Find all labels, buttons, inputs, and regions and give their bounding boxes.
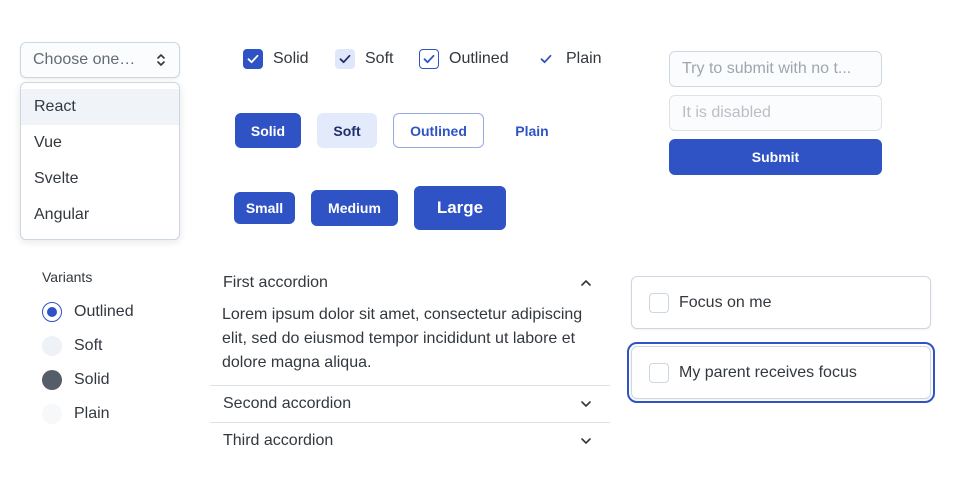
accordion-divider [210, 422, 610, 423]
radio-icon[interactable] [42, 404, 62, 424]
check-icon[interactable] [419, 49, 439, 69]
focus-card[interactable]: Focus on me [631, 276, 931, 329]
checkbox-label: Solid [273, 50, 309, 67]
accordion-divider [210, 385, 610, 386]
checkbox-label: Soft [365, 50, 394, 67]
disabled-input: It is disabled [669, 95, 882, 131]
framework-select[interactable]: Choose one… [20, 42, 180, 78]
check-icon[interactable] [536, 49, 556, 69]
soft-button[interactable]: Soft [317, 113, 377, 148]
option-react[interactable]: React [21, 89, 179, 125]
accordion-third-summary[interactable]: Third accordion [210, 427, 610, 455]
radio-checked-icon[interactable] [42, 302, 62, 322]
check-icon[interactable] [335, 49, 355, 69]
required-input[interactable]: Try to submit with no t... [669, 51, 882, 87]
medium-button[interactable]: Medium [311, 190, 398, 226]
checkbox-icon[interactable] [649, 292, 669, 313]
radio-group-title: Variants [42, 269, 93, 285]
radio-soft[interactable]: Soft [42, 334, 102, 358]
option-svelte[interactable]: Svelte [21, 161, 179, 197]
focus-card-label: Focus on me [679, 293, 772, 311]
solid-button[interactable]: Solid [235, 113, 301, 148]
select-listbox: React Vue Svelte Angular [20, 82, 180, 240]
parent-focus-card-label: My parent receives focus [679, 363, 857, 381]
accordion-first-details: Lorem ipsum dolor sit amet, consectetur … [222, 306, 583, 371]
option-angular[interactable]: Angular [21, 197, 179, 233]
checkbox-outlined[interactable]: Outlined [419, 46, 509, 72]
parent-focus-card[interactable]: My parent receives focus [627, 342, 935, 403]
outlined-button[interactable]: Outlined [393, 113, 484, 148]
accordion-title: First accordion [223, 274, 328, 291]
check-icon[interactable] [243, 49, 263, 69]
plain-button[interactable]: Plain [500, 113, 564, 148]
chevron-up-icon [581, 280, 591, 286]
small-button[interactable]: Small [234, 192, 295, 224]
checkbox-solid[interactable]: Solid [243, 46, 309, 72]
radio-label: Plain [74, 405, 110, 422]
radio-label: Outlined [74, 303, 134, 320]
accordion-title: Second accordion [223, 395, 352, 412]
radio-label: Soft [74, 337, 103, 354]
radio-outlined[interactable]: Outlined [42, 300, 134, 324]
radio-label: Solid [74, 371, 110, 388]
checkbox-label: Outlined [449, 50, 509, 67]
chevron-down-icon [581, 401, 591, 407]
option-vue[interactable]: Vue [21, 125, 179, 161]
select-placeholder: Choose one… [33, 51, 136, 68]
radio-icon[interactable] [42, 370, 62, 390]
radio-solid[interactable]: Solid [42, 368, 110, 392]
checkbox-label: Plain [566, 50, 602, 67]
select-chevrons-icon [157, 54, 165, 66]
large-button[interactable]: Large [414, 186, 506, 230]
submit-button[interactable]: Submit [669, 139, 882, 175]
checkbox-soft[interactable]: Soft [335, 46, 393, 72]
accordion-first-summary[interactable]: First accordion [210, 270, 610, 296]
checkbox-plain[interactable]: Plain [536, 46, 602, 72]
radio-icon[interactable] [42, 336, 62, 356]
chevron-down-icon [581, 438, 591, 444]
radio-plain[interactable]: Plain [42, 402, 110, 426]
accordion-title: Third accordion [223, 432, 334, 449]
checkbox-icon[interactable] [649, 362, 669, 383]
accordion-second-summary[interactable]: Second accordion [210, 390, 610, 418]
